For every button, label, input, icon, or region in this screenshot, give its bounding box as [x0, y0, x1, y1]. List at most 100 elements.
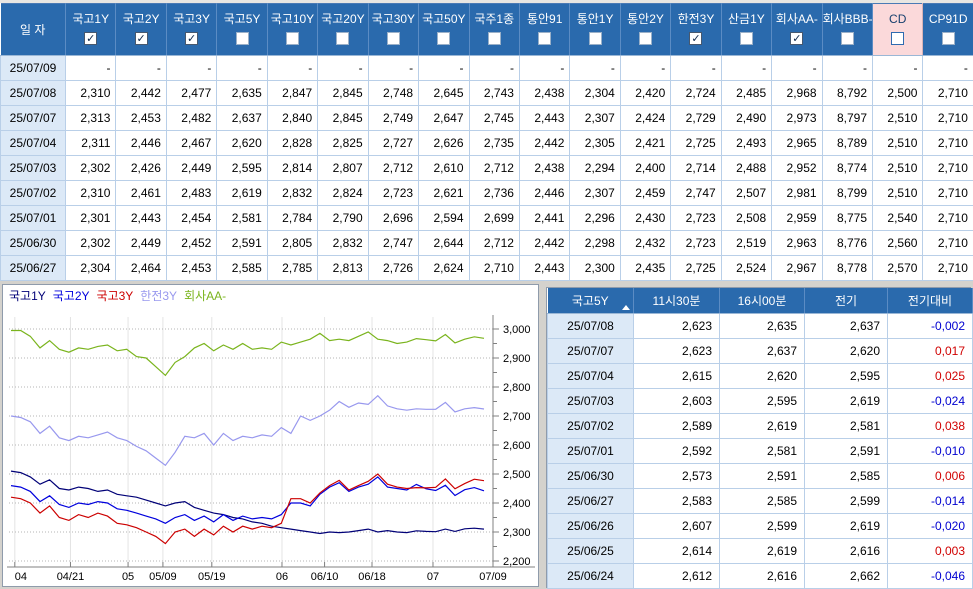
- column-header-0[interactable]: 국고1Y ✓: [65, 3, 117, 56]
- detail-column-header-3[interactable]: 전기: [804, 288, 888, 314]
- column-header-11[interactable]: 통안2Y: [620, 3, 672, 56]
- table-row[interactable]: 25/06/26 2,607 2,599 2,619 -0,020: [547, 512, 973, 539]
- column-checkbox-1[interactable]: ✓: [134, 31, 148, 45]
- table-row[interactable]: 25/07/02 2,589 2,619 2,581 0,038: [547, 412, 973, 439]
- column-checkbox-0[interactable]: ✓: [84, 31, 98, 45]
- detail-column-header-0[interactable]: 국고5Y: [547, 288, 634, 314]
- value-cell: 2,581: [216, 205, 268, 231]
- table-row[interactable]: 25/07/08 2,623 2,635 2,637 -0,002: [547, 312, 973, 339]
- column-header-5[interactable]: 국고20Y: [317, 3, 369, 56]
- value-cell: 2,507: [720, 180, 773, 206]
- table-row[interactable]: 25/06/27 2,304 2,464 2,453 2,585 2,785 2,813 2,…: [0, 255, 973, 281]
- table-row[interactable]: 25/07/04 2,311 2,446 2,467 2,620 2,828 2,825 2,…: [0, 130, 973, 156]
- column-label: 국고50Y: [422, 11, 466, 26]
- value-cell: 2,727: [367, 130, 420, 156]
- value-cell: 2,747: [670, 180, 722, 206]
- column-header-14[interactable]: 회사AA- ✓: [771, 3, 823, 56]
- value-cell: 2,959: [771, 205, 823, 231]
- value-cell: 2,635: [719, 312, 805, 339]
- column-checkbox-14[interactable]: ✓: [790, 31, 804, 45]
- column-label: CP91D: [928, 11, 968, 26]
- column-header-2[interactable]: 국고3Y ✓: [166, 3, 218, 56]
- table-row[interactable]: 25/07/02 2,310 2,461 2,483 2,619 2,832 2,824 2,…: [0, 180, 973, 206]
- column-header-10[interactable]: 통안1Y: [569, 3, 621, 56]
- column-checkbox-9[interactable]: [538, 31, 552, 45]
- table-row[interactable]: 25/06/30 2,573 2,591 2,585 0,006: [547, 462, 973, 489]
- detail-column-label: 국고5Y: [571, 293, 609, 308]
- value-cell: 2,729: [670, 105, 722, 131]
- table-row[interactable]: 25/07/08 2,310 2,442 2,477 2,635 2,847 2,845 2,…: [0, 80, 973, 106]
- column-checkbox-2[interactable]: ✓: [185, 31, 199, 45]
- detail-column-header-2[interactable]: 16시00분: [719, 288, 805, 314]
- table-row[interactable]: 25/07/07 2,623 2,637 2,620 0,017: [547, 337, 973, 364]
- rates-chart: 3,000 2,900 2,800 2,700 2,600 2,500 2,400 2,300…: [7, 315, 535, 583]
- table-row[interactable]: 25/07/03 2,302 2,426 2,449 2,595 2,814 2,807 2,…: [0, 155, 973, 181]
- value-cell: 2,508: [720, 205, 773, 231]
- x-axis-tick-label: 07: [427, 571, 439, 583]
- table-row[interactable]: 25/06/27 2,583 2,585 2,599 -0,014: [547, 487, 973, 514]
- column-checkbox-3[interactable]: [235, 31, 249, 45]
- value-cell: -: [266, 55, 319, 81]
- column-checkbox-16[interactable]: [891, 31, 905, 45]
- column-checkbox-6[interactable]: [386, 31, 400, 45]
- column-checkbox-11[interactable]: [639, 31, 653, 45]
- column-checkbox-15[interactable]: [840, 31, 854, 45]
- value-cell: 2,710: [922, 180, 973, 206]
- value-cell: 2,637: [804, 312, 888, 339]
- value-cell: 2,435: [619, 255, 672, 281]
- column-checkbox-17[interactable]: [941, 31, 955, 45]
- column-header-7[interactable]: 국고50Y: [418, 3, 470, 56]
- table-row[interactable]: 25/07/01 2,301 2,443 2,454 2,581 2,784 2,790 2,…: [0, 205, 973, 231]
- value-cell: -0,010: [887, 437, 973, 464]
- value-cell: 2,300: [569, 255, 621, 281]
- table-row[interactable]: 25/07/01 2,592 2,581 2,591 -0,010: [547, 437, 973, 464]
- value-cell: 2,583: [633, 487, 720, 514]
- column-checkbox-4[interactable]: [285, 31, 299, 45]
- value-cell: 2,626: [418, 130, 470, 156]
- table-row[interactable]: 25/06/30 2,302 2,449 2,452 2,591 2,805 2,832 2,…: [0, 230, 973, 256]
- column-checkbox-13[interactable]: [739, 31, 753, 45]
- column-header-8[interactable]: 국주1종: [469, 3, 520, 56]
- table-row[interactable]: 25/06/25 2,614 2,619 2,616 0,003: [547, 537, 973, 564]
- column-checkbox-7[interactable]: [437, 31, 451, 45]
- value-cell: 2,307: [569, 105, 621, 131]
- value-cell: 2,310: [64, 80, 117, 106]
- sort-asc-icon: [622, 304, 630, 310]
- column-header-13[interactable]: 산금1Y: [721, 3, 773, 56]
- column-header-17[interactable]: CP91D: [922, 3, 973, 56]
- table-row[interactable]: 25/06/24 2,612 2,616 2,662 -0,046: [547, 562, 973, 589]
- value-cell: 2,736: [468, 180, 520, 206]
- table-row[interactable]: 25/07/07 2,313 2,453 2,482 2,637 2,840 2,845 2,…: [0, 105, 973, 131]
- column-header-12[interactable]: 한전3Y ✓: [670, 3, 722, 56]
- column-checkbox-5[interactable]: [336, 31, 350, 45]
- value-cell: 8,797: [821, 105, 874, 131]
- legend-item-3: 한전3Y: [140, 289, 178, 303]
- column-checkbox-10[interactable]: [588, 31, 602, 45]
- column-header-6[interactable]: 국고30Y: [368, 3, 420, 56]
- column-label: CD: [889, 11, 907, 26]
- column-header-4[interactable]: 국고10Y: [267, 3, 319, 56]
- table-row[interactable]: 25/07/04 2,615 2,620 2,595 0,025: [547, 362, 973, 389]
- column-header-15[interactable]: 회사BBB-: [822, 3, 874, 56]
- value-cell: 2,647: [418, 105, 470, 131]
- value-cell: 2,662: [804, 562, 888, 589]
- table-row[interactable]: 25/07/03 2,603 2,595 2,619 -0,024: [547, 387, 973, 414]
- column-header-16[interactable]: CD: [872, 3, 924, 56]
- detail-column-header-1[interactable]: 11시30분: [633, 288, 720, 314]
- column-header-1[interactable]: 국고2Y ✓: [115, 3, 167, 56]
- table-row[interactable]: 25/07/09- - - - - - - - - - - - - - - - - -: [0, 55, 973, 81]
- value-cell: 2,624: [418, 255, 470, 281]
- value-cell: 2,620: [719, 362, 805, 389]
- detail-column-header-4[interactable]: 전기대비: [887, 288, 973, 314]
- column-header-3[interactable]: 국고5Y: [216, 3, 268, 56]
- date-cell: 25/06/25: [547, 537, 634, 564]
- value-cell: 2,461: [115, 180, 167, 206]
- value-cell: 2,723: [670, 230, 722, 256]
- column-header-9[interactable]: 통안91: [519, 3, 571, 56]
- date-cell: 25/07/04: [547, 362, 634, 389]
- date-cell: 25/07/02: [0, 180, 66, 206]
- value-cell: -: [871, 55, 924, 81]
- column-checkbox-12[interactable]: ✓: [689, 31, 703, 45]
- date-cell: 25/07/09: [0, 55, 66, 81]
- column-checkbox-8[interactable]: [487, 31, 501, 45]
